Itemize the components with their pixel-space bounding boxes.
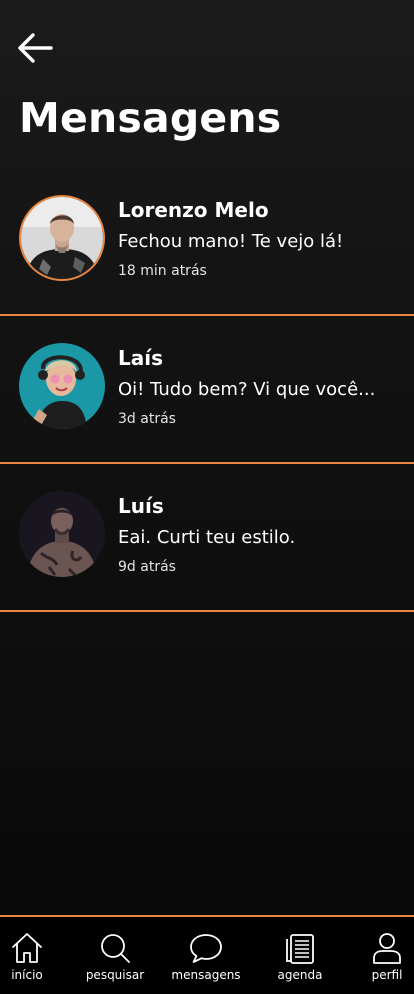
- user-icon: [373, 933, 401, 964]
- avatar: [19, 195, 105, 281]
- arrow-left-icon: [18, 33, 53, 63]
- chat-bubble-icon: [190, 934, 222, 963]
- conversation-item-luis[interactable]: Luís Eai. Curti teu estilo. 9d atrás: [0, 464, 414, 612]
- nav-item-inicio[interactable]: início: [0, 917, 54, 994]
- nav-label: perfil: [371, 968, 403, 982]
- conversation-name: Lorenzo Melo: [118, 198, 269, 222]
- message-preview: Fechou mano! Te vejo lá!: [118, 231, 344, 252]
- nav-item-mensagens[interactable]: mensagens: [168, 917, 244, 994]
- nav-label: agenda: [277, 968, 323, 982]
- message-timestamp: 18 min atrás: [118, 263, 207, 279]
- nav-label: início: [11, 968, 43, 982]
- message-preview: Eai. Curti teu estilo.: [118, 527, 296, 548]
- conversation-item-lorenzo[interactable]: Lorenzo Melo Fechou mano! Te vejo lá! 18…: [0, 168, 414, 316]
- nav-label: pesquisar: [85, 968, 145, 982]
- conversation-name: Laís: [118, 346, 163, 370]
- bottom-navigation: início pesquisar mensagens agenda perfil: [0, 915, 414, 994]
- avatar: [19, 491, 105, 577]
- nav-item-agenda[interactable]: agenda: [270, 917, 330, 994]
- message-timestamp: 3d atrás: [118, 411, 176, 427]
- conversation-name: Luís: [118, 494, 164, 518]
- home-icon: [12, 933, 42, 963]
- nav-item-pesquisar[interactable]: pesquisar: [82, 917, 148, 994]
- avatar: [19, 343, 105, 429]
- search-icon: [101, 934, 130, 963]
- message-preview: Oi! Tudo bem? Vi que você...: [118, 379, 376, 400]
- back-button[interactable]: [14, 30, 56, 66]
- nav-label: mensagens: [171, 968, 241, 982]
- agenda-icon: [286, 934, 314, 964]
- message-timestamp: 9d atrás: [118, 559, 176, 575]
- conversation-item-lais[interactable]: Laís Oi! Tudo bem? Vi que você... 3d atr…: [0, 316, 414, 464]
- nav-item-perfil[interactable]: perfil: [362, 917, 412, 994]
- page-title: Mensagens: [19, 94, 282, 142]
